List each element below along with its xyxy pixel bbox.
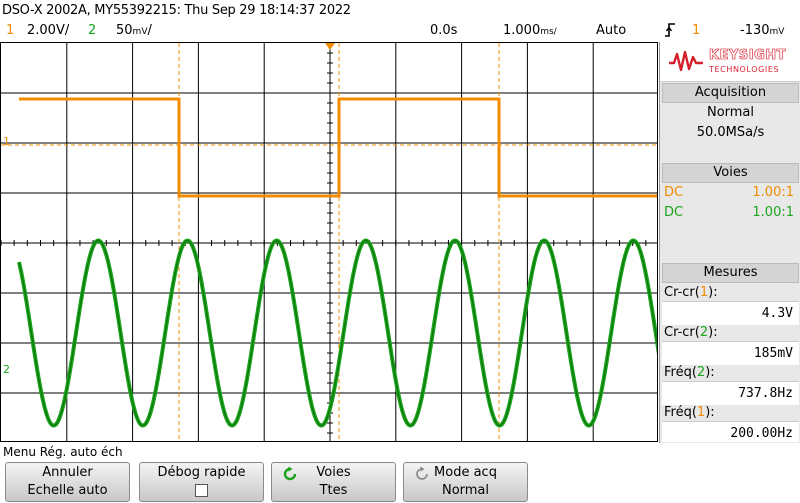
waveform-display[interactable]: 1 2 (0, 42, 658, 442)
ch1-ground-marker[interactable]: 1 (3, 135, 10, 148)
softkey-3-label: Voies (316, 465, 351, 480)
keysight-logo: KEYSIGHT TECHNOLOGIES (660, 42, 800, 82)
measurement-label-2: Cr-cr(2): (664, 325, 718, 340)
measurement-value-box-3: 737.8Hz (662, 381, 799, 405)
softkey-3-value: Ttes (319, 483, 348, 498)
measurement-value-box-4: 200.00Hz (662, 421, 799, 442)
ch1-coupling: DC (664, 185, 684, 200)
measurement-value-box-2: 185mV (662, 341, 799, 365)
measurement-value-2: 185mV (753, 346, 793, 361)
ch1-probe-ratio: 1.00:1 (752, 185, 794, 200)
ch1-number[interactable]: 1 (6, 23, 14, 38)
measurement-label-3: Fréq(2): (664, 365, 715, 380)
ch2-coupling: DC (664, 205, 684, 220)
measurement-label-1: Cr-cr(1): (664, 285, 718, 300)
measurement-value-3: 737.8Hz (738, 386, 793, 401)
softkey-1-value: Echelle auto (27, 483, 108, 498)
voies-header: Voies (662, 163, 799, 183)
softkey-1-label: Annuler (42, 465, 93, 480)
right-panel: KEYSIGHT TECHNOLOGIES Acquisition Normal… (659, 42, 800, 443)
rising-edge-icon (664, 21, 676, 43)
acquisition-header: Acquisition (662, 83, 799, 103)
window-title: DSO-X 2002A, MY55392215: Thu Sep 29 18:1… (2, 3, 351, 18)
ch2-ground-marker[interactable]: 2 (3, 363, 10, 376)
logo-brand: KEYSIGHT (709, 48, 786, 64)
waveform-svg (1, 43, 657, 441)
softkey-4-value: Normal (441, 483, 490, 498)
mesures-header: Mesures (662, 263, 799, 283)
softkey-mode-acq[interactable]: Mode acq Normal (403, 462, 528, 502)
softkey-4-label: Mode acq (434, 465, 497, 480)
ch1-waveform (19, 97, 657, 198)
ch2-probe-ratio: 1.00:1 (752, 205, 794, 220)
trigger-level: -130mV (740, 23, 785, 38)
trigger-mode[interactable]: Auto (596, 23, 626, 38)
ch2-vertical-scale[interactable]: 50mV/ (116, 23, 152, 38)
keysight-wave-icon (669, 50, 703, 72)
acq-mode: Normal (706, 105, 755, 120)
measurement-value-1: 4.3V (761, 306, 793, 321)
menu-title: Menu Rég. auto éch (3, 445, 123, 459)
measurement-label-4: Fréq(1): (664, 405, 715, 420)
measurement-value-box-1: 4.3V (662, 301, 799, 325)
time-offset[interactable]: 0.0s (430, 23, 457, 38)
trigger-source: 1 (692, 23, 701, 38)
softkey-annuler-echelle-auto[interactable]: Annuler Echelle auto (5, 462, 130, 502)
time-scale[interactable]: 1.000ms/ (503, 23, 557, 38)
status-bar: 1 2.00V/ 2 50mV/ 0.0s 1.000ms/ Auto (0, 21, 660, 41)
softkey-2-label: Débog rapide (157, 465, 246, 480)
ch2-number[interactable]: 2 (88, 23, 96, 38)
trigger-status[interactable]: 1 -130mV (660, 21, 800, 41)
logo-subtitle: TECHNOLOGIES (709, 65, 780, 74)
measurement-value-4: 200.00Hz (730, 426, 793, 441)
acq-sample-rate: 50.0MSa/s (696, 125, 765, 140)
checkbox-icon[interactable] (195, 484, 208, 497)
softkey-voies[interactable]: Voies Ttes (271, 462, 396, 502)
ch1-vertical-scale[interactable]: 2.00V/ (27, 23, 69, 38)
trigger-position-marker (325, 43, 335, 50)
softkey-debog-rapide[interactable]: Débog rapide (139, 462, 264, 502)
